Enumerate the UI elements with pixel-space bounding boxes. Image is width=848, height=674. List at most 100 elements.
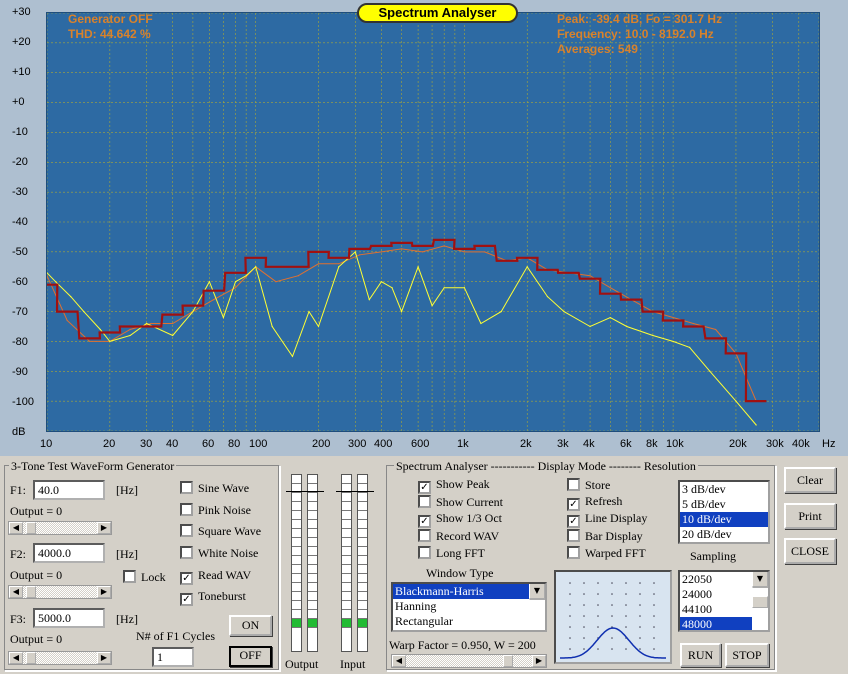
x-tick-label: 30 xyxy=(140,438,153,450)
close-button[interactable]: CLOSE xyxy=(784,538,836,564)
x-tick-label: 60 xyxy=(202,438,215,450)
f1-slider-left-arrow[interactable]: ◀ xyxy=(9,522,23,534)
f1-slider-right-arrow[interactable]: ▶ xyxy=(97,522,111,534)
f2-slider-thumb[interactable] xyxy=(26,586,36,598)
cycles-input[interactable] xyxy=(152,647,194,667)
sampling-option-44100[interactable]: 44100 xyxy=(680,602,752,617)
f1-slider-thumb[interactable] xyxy=(26,522,36,534)
pink-noise-checkbox[interactable]: Pink Noise xyxy=(180,503,251,518)
line-display-check-icon[interactable]: ✓ xyxy=(567,515,580,528)
current-trace-point xyxy=(735,400,737,402)
sampling-option-22050[interactable]: 22050 xyxy=(680,572,752,587)
f1-label: F1: xyxy=(10,483,27,497)
show-current-checkbox[interactable]: Show Current xyxy=(418,495,503,510)
meter-cell xyxy=(342,574,351,583)
f3-unit: [Hz] xyxy=(116,612,138,626)
f1-input[interactable] xyxy=(33,480,105,500)
long-fft-box[interactable] xyxy=(418,546,431,559)
warp-slider-right-arrow[interactable]: ▶ xyxy=(532,655,546,667)
f3-slider-thumb[interactable] xyxy=(26,652,36,664)
sampling-option-48000[interactable]: 48000 xyxy=(680,617,752,630)
resolution-list[interactable]: 3 dB/dev 5 dB/dev 10 dB/dev 20 dB/dev xyxy=(678,480,770,544)
show-peak-check-icon[interactable]: ✓ xyxy=(418,481,431,494)
sine-wave-checkbox[interactable]: Sine Wave xyxy=(180,481,249,496)
show-current-box[interactable] xyxy=(418,495,431,508)
square-wave-box[interactable] xyxy=(180,524,193,537)
f1-slider[interactable]: ◀ ▶ xyxy=(8,521,112,535)
show-peak-checkbox[interactable]: ✓ Show Peak xyxy=(418,478,490,494)
store-checkbox[interactable]: Store xyxy=(567,478,610,493)
print-button[interactable]: Print xyxy=(784,503,836,529)
sine-wave-box[interactable] xyxy=(180,481,193,494)
preview-grid-dot xyxy=(569,582,571,584)
white-noise-checkbox[interactable]: White Noise xyxy=(180,546,258,561)
pink-noise-box[interactable] xyxy=(180,503,193,516)
lock-checkbox-box[interactable] xyxy=(123,570,136,583)
meter-cell xyxy=(308,610,317,619)
bar-display-checkbox[interactable]: Bar Display xyxy=(567,529,643,544)
long-fft-checkbox[interactable]: Long FFT xyxy=(418,546,485,561)
sampling-option-24000[interactable]: 24000 xyxy=(680,587,752,602)
resolution-option-3db[interactable]: 3 dB/dev xyxy=(680,482,768,497)
show-oct-check-icon[interactable]: ✓ xyxy=(418,515,431,528)
f2-slider-right-arrow[interactable]: ▶ xyxy=(97,586,111,598)
stop-button[interactable]: STOP xyxy=(725,643,769,667)
run-button[interactable]: RUN xyxy=(680,643,721,667)
f3-slider-left-arrow[interactable]: ◀ xyxy=(9,652,23,664)
window-option-hanning[interactable]: Hanning xyxy=(393,599,529,614)
warp-slider-left-arrow[interactable]: ◀ xyxy=(392,655,406,667)
spectrum-plot-area xyxy=(36,12,820,432)
sampling-list-down-arrow[interactable]: ▼ xyxy=(752,572,768,587)
x-tick-label: 30k xyxy=(766,438,784,450)
warp-slider[interactable]: ◀ ▶ xyxy=(391,654,547,668)
f2-input[interactable] xyxy=(33,543,105,563)
peak-trace-point xyxy=(150,322,152,325)
store-box[interactable] xyxy=(567,478,580,491)
window-list-down-arrow[interactable]: ▼ xyxy=(529,584,545,599)
resolution-option-10db[interactable]: 10 dB/dev xyxy=(680,512,768,527)
generator-off-button[interactable]: OFF xyxy=(229,646,272,667)
sampling-list[interactable]: 22050 24000 44100 48000 ▲ ▼ xyxy=(678,570,770,632)
window-type-list[interactable]: Blackmann-Harris Hanning Rectangular ▲ ▼ xyxy=(391,582,547,632)
warp-slider-thumb[interactable] xyxy=(503,655,513,667)
f2-slider-left-arrow[interactable]: ◀ xyxy=(9,586,23,598)
show-oct-checkbox[interactable]: ✓ Show 1/3 Oct xyxy=(418,512,502,528)
meter-cell xyxy=(358,520,367,529)
read-wav-check-icon[interactable]: ✓ xyxy=(180,572,193,585)
window-option-blackmann-harris[interactable]: Blackmann-Harris xyxy=(393,584,529,599)
sampling-list-scrollbar[interactable]: ▲ ▼ xyxy=(752,572,768,608)
record-wav-checkbox[interactable]: Record WAV xyxy=(418,529,499,544)
refresh-check-icon[interactable]: ✓ xyxy=(567,498,580,511)
f3-slider[interactable]: ◀ ▶ xyxy=(8,651,112,665)
warped-fft-checkbox[interactable]: Warped FFT xyxy=(567,546,646,561)
window-list-scrollbar[interactable]: ▲ ▼ xyxy=(529,584,545,600)
toneburst-check-icon[interactable]: ✓ xyxy=(180,593,193,606)
generator-on-button[interactable]: ON xyxy=(229,615,272,636)
window-option-rectangular[interactable]: Rectangular xyxy=(393,614,529,629)
read-wav-checkbox[interactable]: ✓ Read WAV xyxy=(180,569,251,585)
warped-fft-box[interactable] xyxy=(567,546,580,559)
spectrum-graph-frame: +30 +20 +10 +0 -10 -20 -30 -40 -50 -60 -70 -80 -90 -1… xyxy=(0,0,848,456)
f3-slider-right-arrow[interactable]: ▶ xyxy=(97,652,111,664)
f3-input[interactable] xyxy=(33,608,105,628)
line-display-checkbox[interactable]: ✓ Line Display xyxy=(567,512,647,528)
clear-button[interactable]: Clear xyxy=(784,467,836,493)
refresh-checkbox[interactable]: ✓ Refresh xyxy=(567,495,622,511)
toneburst-checkbox[interactable]: ✓ Toneburst xyxy=(180,590,246,606)
sampling-list-thumb[interactable] xyxy=(752,596,768,608)
resolution-option-5db[interactable]: 5 dB/dev xyxy=(680,497,768,512)
current-trace-point xyxy=(245,275,247,277)
record-wav-box[interactable] xyxy=(418,529,431,542)
meter-cell xyxy=(308,574,317,583)
sine-wave-label: Sine Wave xyxy=(198,481,250,495)
current-trace-point xyxy=(129,334,131,337)
lock-checkbox[interactable]: Lock xyxy=(123,570,166,585)
resolution-option-20db[interactable]: 20 dB/dev xyxy=(680,527,768,542)
f2-slider[interactable]: ◀ ▶ xyxy=(8,585,112,599)
bar-display-box[interactable] xyxy=(567,529,580,542)
white-noise-box[interactable] xyxy=(180,546,193,559)
preview-grid-dot xyxy=(639,637,641,639)
square-wave-checkbox[interactable]: Square Wave xyxy=(180,524,261,539)
octave-trace-point xyxy=(400,242,403,244)
meter-cell xyxy=(358,502,367,511)
